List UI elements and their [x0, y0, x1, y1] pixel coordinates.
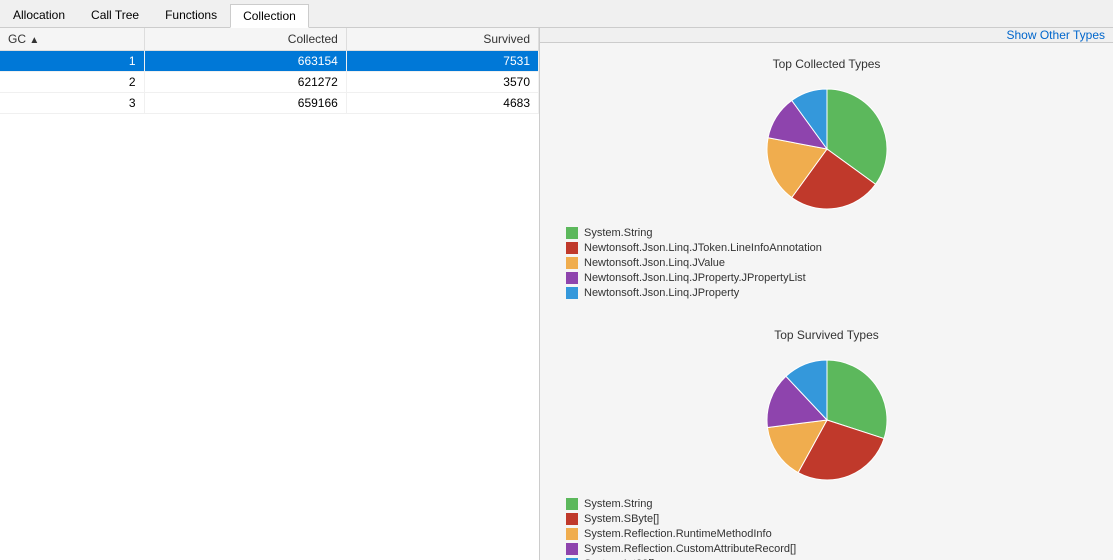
gc-cell: 2: [0, 72, 144, 93]
top-survived-chart-content: [556, 350, 1097, 490]
legend-item: System.SByte[]: [566, 513, 1087, 525]
survived-cell: 3570: [346, 72, 538, 93]
tab-functions[interactable]: Functions: [152, 3, 230, 27]
legend-item: System.Reflection.CustomAttributeRecord[…: [566, 543, 1087, 555]
left-panel: GC ▲ Collected Survived 1 663154 7531 2 …: [0, 28, 540, 560]
col-header-gc[interactable]: GC ▲: [0, 28, 144, 51]
top-survived-legend: System.String System.SByte[] System.Refl…: [556, 498, 1097, 560]
table-row[interactable]: 3 659166 4683: [0, 93, 539, 114]
sort-arrow-icon: ▲: [29, 35, 39, 46]
right-panel: Show Other Types Top Collected Types Sys…: [540, 28, 1113, 560]
tab-collection[interactable]: Collection: [230, 4, 309, 28]
legend-color-swatch: [566, 513, 578, 525]
legend-item: Newtonsoft.Json.Linq.JProperty.JProperty…: [566, 272, 1087, 284]
legend-label: System.Reflection.CustomAttributeRecord[…: [584, 543, 796, 555]
legend-color-swatch: [566, 272, 578, 284]
gc-cell: 1: [0, 51, 144, 72]
legend-item: System.Reflection.RuntimeMethodInfo: [566, 528, 1087, 540]
top-survived-section: Top Survived Types System.String System.…: [540, 314, 1113, 560]
top-survived-title: Top Survived Types: [556, 322, 1097, 350]
col-header-survived[interactable]: Survived: [346, 28, 538, 51]
tab-call-tree[interactable]: Call Tree: [78, 3, 152, 27]
legend-label: Newtonsoft.Json.Linq.JProperty.JProperty…: [584, 272, 806, 284]
legend-color-swatch: [566, 543, 578, 555]
legend-label: System.SByte[]: [584, 513, 659, 525]
legend-item: Newtonsoft.Json.Linq.JValue: [566, 257, 1087, 269]
top-collected-chart-content: [556, 79, 1097, 219]
table-row[interactable]: 2 621272 3570: [0, 72, 539, 93]
tab-bar: Allocation Call Tree Functions Collectio…: [0, 0, 1113, 28]
legend-label: System.String: [584, 227, 652, 239]
top-collected-section: Top Collected Types System.String Newton…: [540, 43, 1113, 306]
top-collected-pie: [757, 79, 897, 219]
show-other-types-area: Show Other Types: [540, 28, 1113, 43]
survived-cell: 4683: [346, 93, 538, 114]
legend-color-swatch: [566, 227, 578, 239]
show-other-types-button[interactable]: Show Other Types: [1007, 28, 1106, 42]
top-collected-legend: System.String Newtonsoft.Json.Linq.JToke…: [556, 227, 1097, 299]
app-container: Allocation Call Tree Functions Collectio…: [0, 0, 1113, 560]
top-collected-title: Top Collected Types: [556, 51, 1097, 79]
legend-color-swatch: [566, 528, 578, 540]
legend-item: System.String: [566, 227, 1087, 239]
legend-label: Newtonsoft.Json.Linq.JProperty: [584, 287, 739, 299]
collected-cell: 663154: [144, 51, 346, 72]
legend-label: System.Reflection.RuntimeMethodInfo: [584, 528, 772, 540]
gc-table: GC ▲ Collected Survived 1 663154 7531 2 …: [0, 28, 539, 114]
survived-cell: 7531: [346, 51, 538, 72]
legend-color-swatch: [566, 257, 578, 269]
main-content: GC ▲ Collected Survived 1 663154 7531 2 …: [0, 28, 1113, 560]
legend-color-swatch: [566, 242, 578, 254]
legend-color-swatch: [566, 498, 578, 510]
legend-label: System.String: [584, 498, 652, 510]
table-header-row: GC ▲ Collected Survived: [0, 28, 539, 51]
col-header-collected[interactable]: Collected: [144, 28, 346, 51]
legend-item: Newtonsoft.Json.Linq.JToken.LineInfoAnno…: [566, 242, 1087, 254]
legend-label: Newtonsoft.Json.Linq.JValue: [584, 257, 725, 269]
collected-cell: 621272: [144, 72, 346, 93]
legend-color-swatch: [566, 287, 578, 299]
tab-allocation[interactable]: Allocation: [0, 3, 78, 27]
collected-cell: 659166: [144, 93, 346, 114]
top-survived-pie: [757, 350, 897, 490]
legend-item: System.String: [566, 498, 1087, 510]
gc-cell: 3: [0, 93, 144, 114]
table-row[interactable]: 1 663154 7531: [0, 51, 539, 72]
legend-item: Newtonsoft.Json.Linq.JProperty: [566, 287, 1087, 299]
legend-label: Newtonsoft.Json.Linq.JToken.LineInfoAnno…: [584, 242, 822, 254]
